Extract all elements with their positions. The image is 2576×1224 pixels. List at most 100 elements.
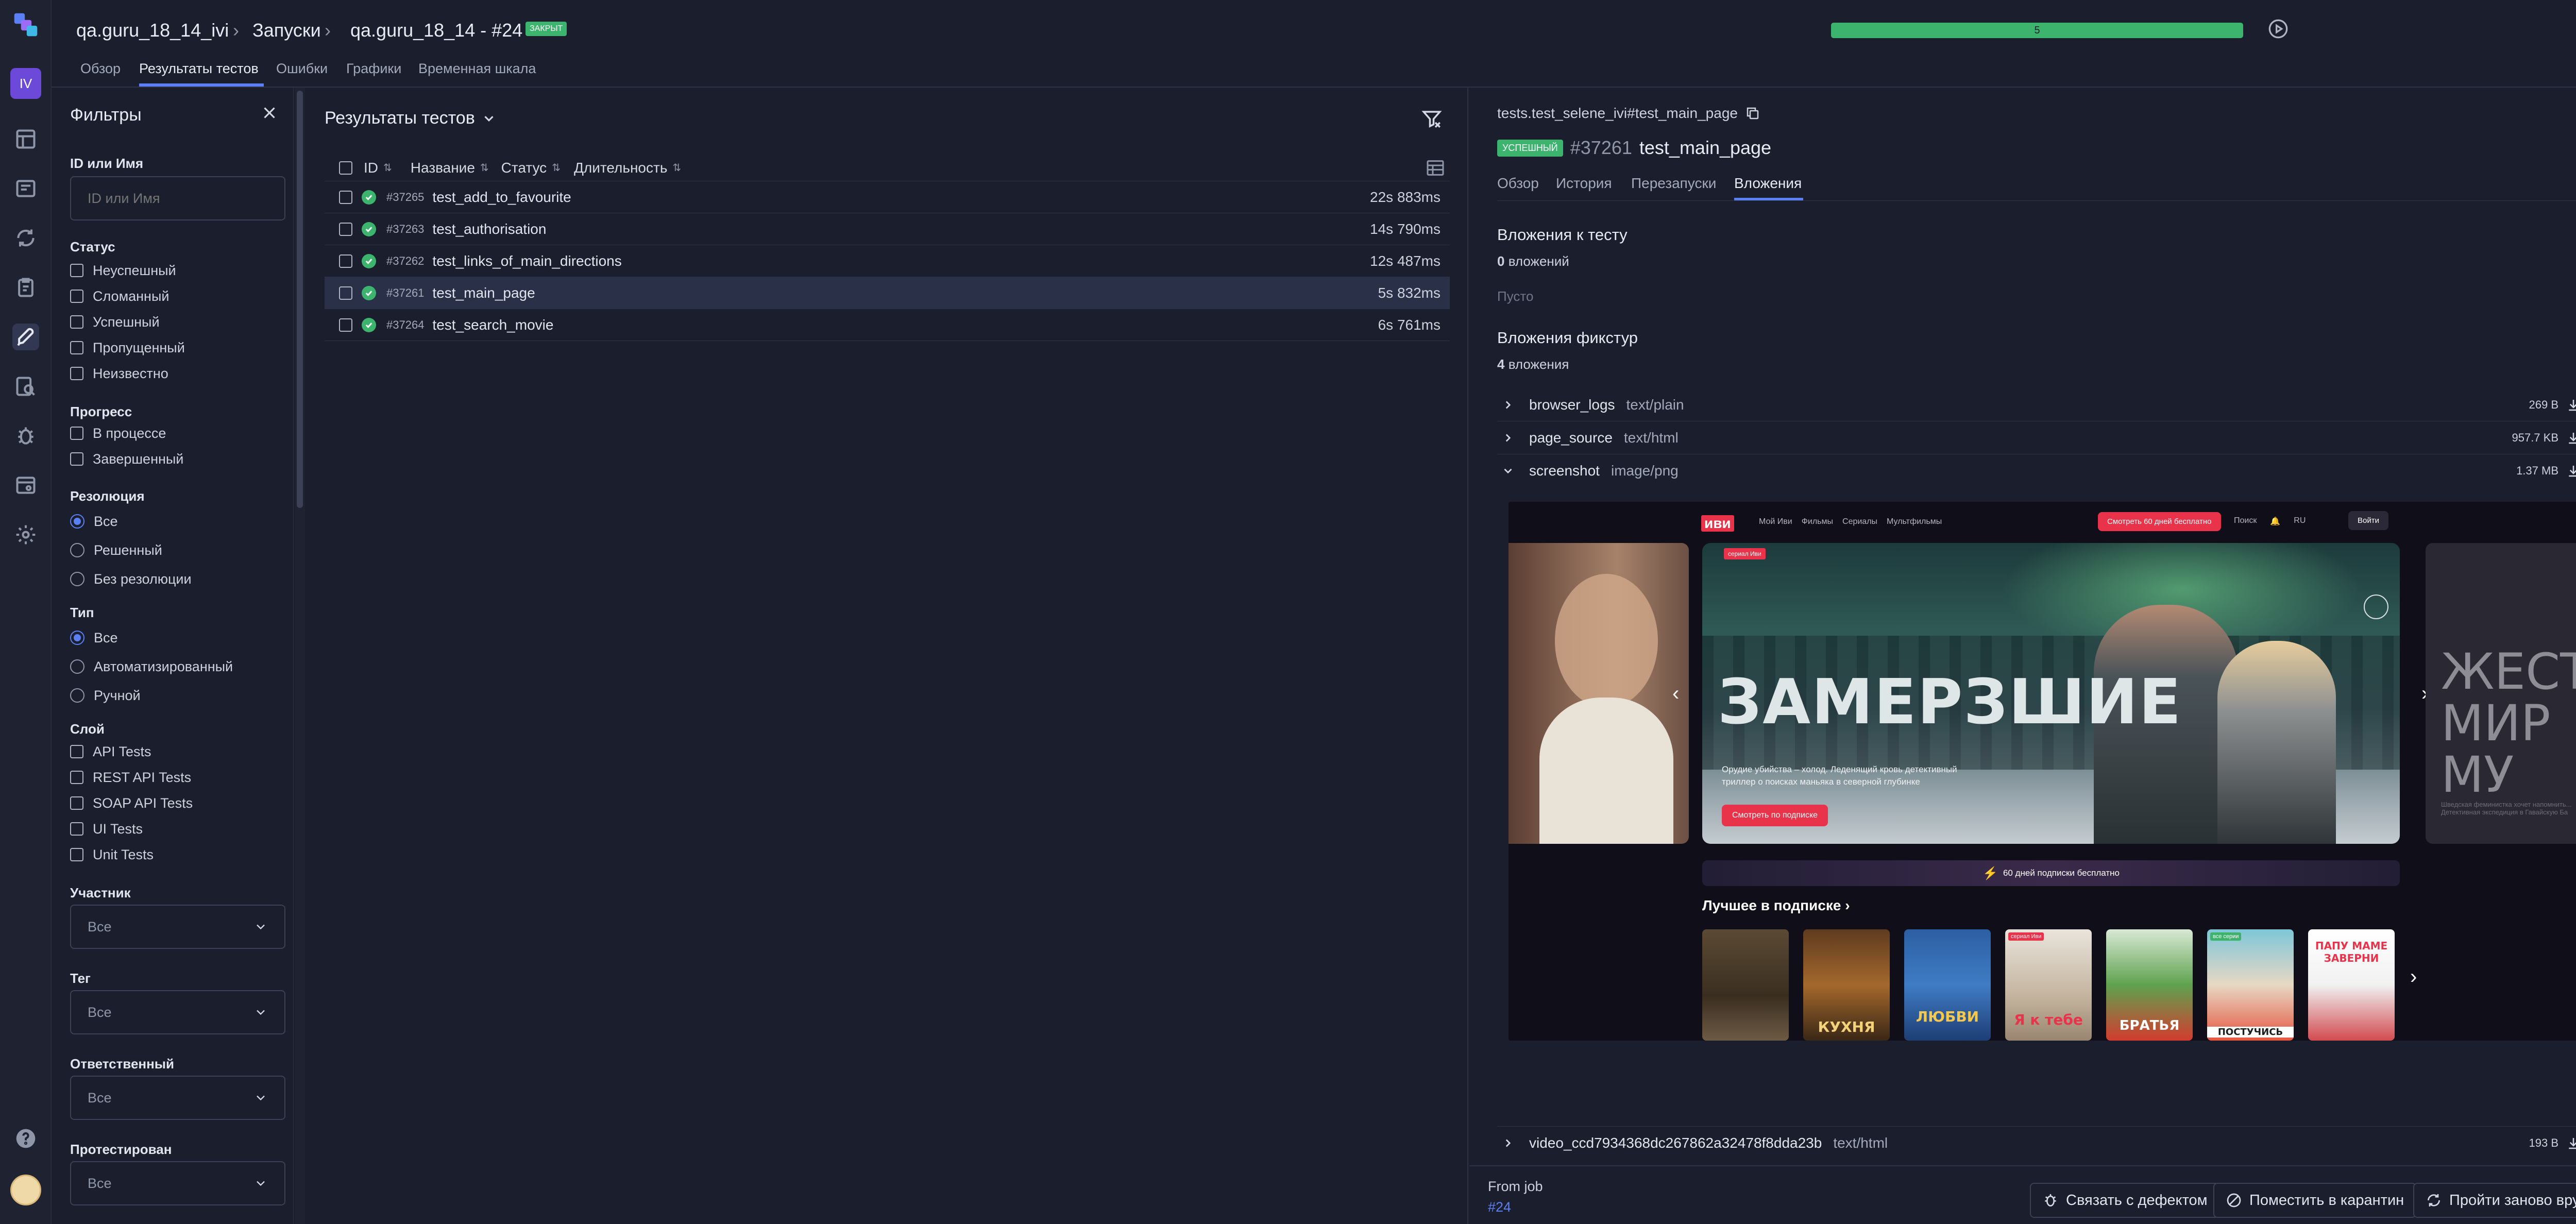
layer-option[interactable]: Unit Tests bbox=[70, 842, 193, 868]
radio[interactable] bbox=[70, 514, 84, 529]
status-option[interactable]: Успешный bbox=[70, 309, 185, 335]
radio[interactable] bbox=[70, 688, 84, 703]
row-checkbox[interactable] bbox=[339, 190, 352, 204]
row-checkbox[interactable] bbox=[339, 254, 352, 268]
table-row[interactable]: #37264 test_search_movie 6s 761ms bbox=[325, 309, 1450, 341]
close-icon[interactable] bbox=[260, 103, 279, 123]
tab-history[interactable]: История bbox=[1556, 175, 1612, 192]
job-link[interactable]: #24 bbox=[1488, 1199, 1511, 1215]
type-option[interactable]: Автоматизированный bbox=[70, 652, 233, 681]
table-row[interactable]: #37265 test_add_to_favourite 22s 883ms bbox=[325, 181, 1450, 213]
checkbox[interactable] bbox=[70, 822, 83, 836]
status-option[interactable]: Пропущенный bbox=[70, 335, 185, 361]
filter-off-icon[interactable] bbox=[1421, 108, 1443, 130]
table-settings-icon[interactable] bbox=[1425, 158, 1446, 178]
tab-errors[interactable]: Ошибки bbox=[276, 61, 328, 77]
checkbox[interactable] bbox=[70, 341, 83, 354]
help-icon[interactable] bbox=[12, 1125, 39, 1152]
analytics-search-icon[interactable] bbox=[12, 373, 39, 400]
quarantine-button[interactable]: Поместить в карантин bbox=[2213, 1183, 2417, 1218]
table-row[interactable]: #37263 test_authorisation 14s 790ms bbox=[325, 213, 1450, 245]
tab-graphs[interactable]: Графики bbox=[346, 61, 401, 77]
radio[interactable] bbox=[70, 572, 84, 586]
sort-icon[interactable]: ⇅ bbox=[480, 161, 489, 174]
progress-option[interactable]: В процессе bbox=[70, 420, 183, 446]
checkbox[interactable] bbox=[70, 848, 83, 861]
layer-option[interactable]: API Tests bbox=[70, 739, 193, 764]
tab-attachments[interactable]: Вложения bbox=[1734, 175, 1802, 192]
defects-icon[interactable] bbox=[12, 422, 39, 449]
layer-option[interactable]: SOAP API Tests bbox=[70, 790, 193, 816]
settings-gear-icon[interactable] bbox=[12, 521, 39, 548]
launches-icon[interactable] bbox=[12, 324, 39, 350]
breadcrumb-project[interactable]: qa.guru_18_14_ivi bbox=[76, 20, 229, 41]
column-status[interactable]: Статус bbox=[501, 160, 547, 176]
tab-timeline[interactable]: Временная шкала bbox=[418, 61, 536, 77]
id-name-input[interactable] bbox=[70, 176, 285, 220]
status-option[interactable]: Неуспешный bbox=[70, 258, 185, 283]
layer-option[interactable]: REST API Tests bbox=[70, 764, 193, 790]
attachment-row[interactable]: browser_logs text/plain 269 B bbox=[1497, 388, 2576, 421]
column-duration[interactable]: Длительность bbox=[574, 160, 667, 176]
type-option[interactable]: Все bbox=[70, 623, 233, 652]
tested-select[interactable]: Все bbox=[70, 1161, 285, 1205]
tab-test-results[interactable]: Результаты тестов bbox=[139, 61, 259, 77]
attachment-row-expanded[interactable]: screenshot image/png 1.37 MB bbox=[1497, 454, 2576, 487]
tab-overview[interactable]: Обзор bbox=[80, 61, 121, 77]
play-icon[interactable] bbox=[2268, 19, 2289, 39]
dashboard-icon[interactable] bbox=[12, 126, 39, 152]
app-logo[interactable] bbox=[12, 11, 39, 38]
sort-icon[interactable]: ⇅ bbox=[672, 161, 681, 174]
checkbox[interactable] bbox=[70, 264, 83, 277]
table-row[interactable]: #37262 test_links_of_main_directions 12s… bbox=[325, 245, 1450, 277]
column-id[interactable]: ID bbox=[364, 160, 378, 176]
row-checkbox[interactable] bbox=[339, 286, 352, 300]
resolution-option[interactable]: Без резолюции bbox=[70, 565, 192, 593]
sync-icon[interactable] bbox=[12, 225, 39, 251]
checkbox[interactable] bbox=[70, 367, 83, 380]
radio[interactable] bbox=[70, 659, 84, 674]
checkbox[interactable] bbox=[70, 315, 83, 329]
attachment-row[interactable]: video_ccd7934368dc267862a32478f8dda23b t… bbox=[1497, 1126, 2576, 1159]
tag-select[interactable]: Все bbox=[70, 990, 285, 1034]
sort-icon[interactable]: ⇅ bbox=[383, 161, 392, 174]
testcases-icon[interactable] bbox=[12, 175, 39, 202]
checkbox[interactable] bbox=[70, 290, 83, 303]
checkbox[interactable] bbox=[70, 745, 83, 758]
test-plans-icon[interactable] bbox=[12, 274, 39, 301]
resolution-option[interactable]: Все bbox=[70, 507, 192, 536]
checkbox[interactable] bbox=[70, 452, 83, 466]
filters-scrollbar-thumb[interactable] bbox=[297, 91, 303, 508]
type-option[interactable]: Ручной bbox=[70, 681, 233, 710]
jobs-icon[interactable] bbox=[12, 472, 39, 499]
status-option[interactable]: Неизвестно bbox=[70, 361, 185, 386]
progress-option[interactable]: Завершенный bbox=[70, 446, 183, 472]
link-defect-button[interactable]: Связать с дефектом bbox=[2030, 1183, 2220, 1218]
user-avatar[interactable] bbox=[10, 1175, 41, 1205]
sort-icon[interactable]: ⇅ bbox=[552, 161, 561, 174]
rerun-manually-button[interactable]: Пройти заново вручную bbox=[2413, 1183, 2576, 1218]
checkbox[interactable] bbox=[70, 771, 83, 784]
tab-reruns[interactable]: Перезапуски bbox=[1631, 175, 1716, 192]
ivi-hero-description: Орудие убийства – холод. Леденящий кровь… bbox=[1722, 764, 1957, 787]
row-checkbox[interactable] bbox=[339, 222, 352, 236]
tab-overview[interactable]: Обзор bbox=[1497, 175, 1539, 192]
screenshot-preview[interactable]: иви Мой Иви Фильмы Сериалы Мультфильмы Смот… bbox=[1509, 502, 2576, 1041]
attachment-row[interactable]: page_source text/html 957.7 KB bbox=[1497, 421, 2576, 454]
member-select[interactable]: Все bbox=[70, 905, 285, 949]
status-option[interactable]: Сломанный bbox=[70, 283, 185, 309]
checkbox[interactable] bbox=[70, 427, 83, 440]
radio[interactable] bbox=[70, 543, 84, 557]
user-avatar-initials[interactable]: IV bbox=[10, 68, 41, 99]
results-title-dropdown[interactable]: Результаты тестов bbox=[325, 108, 497, 128]
owner-select[interactable]: Все bbox=[70, 1076, 285, 1120]
layer-option[interactable]: UI Tests bbox=[70, 816, 193, 842]
row-checkbox[interactable] bbox=[339, 318, 352, 332]
checkbox[interactable] bbox=[70, 796, 83, 810]
select-all-checkbox[interactable] bbox=[339, 161, 352, 175]
radio[interactable] bbox=[70, 631, 84, 645]
table-row-selected[interactable]: #37261 test_main_page 5s 832ms bbox=[325, 277, 1450, 309]
resolution-option[interactable]: Решенный bbox=[70, 536, 192, 565]
column-name[interactable]: Название bbox=[411, 160, 475, 176]
breadcrumb-launches[interactable]: Запуски bbox=[252, 20, 321, 41]
